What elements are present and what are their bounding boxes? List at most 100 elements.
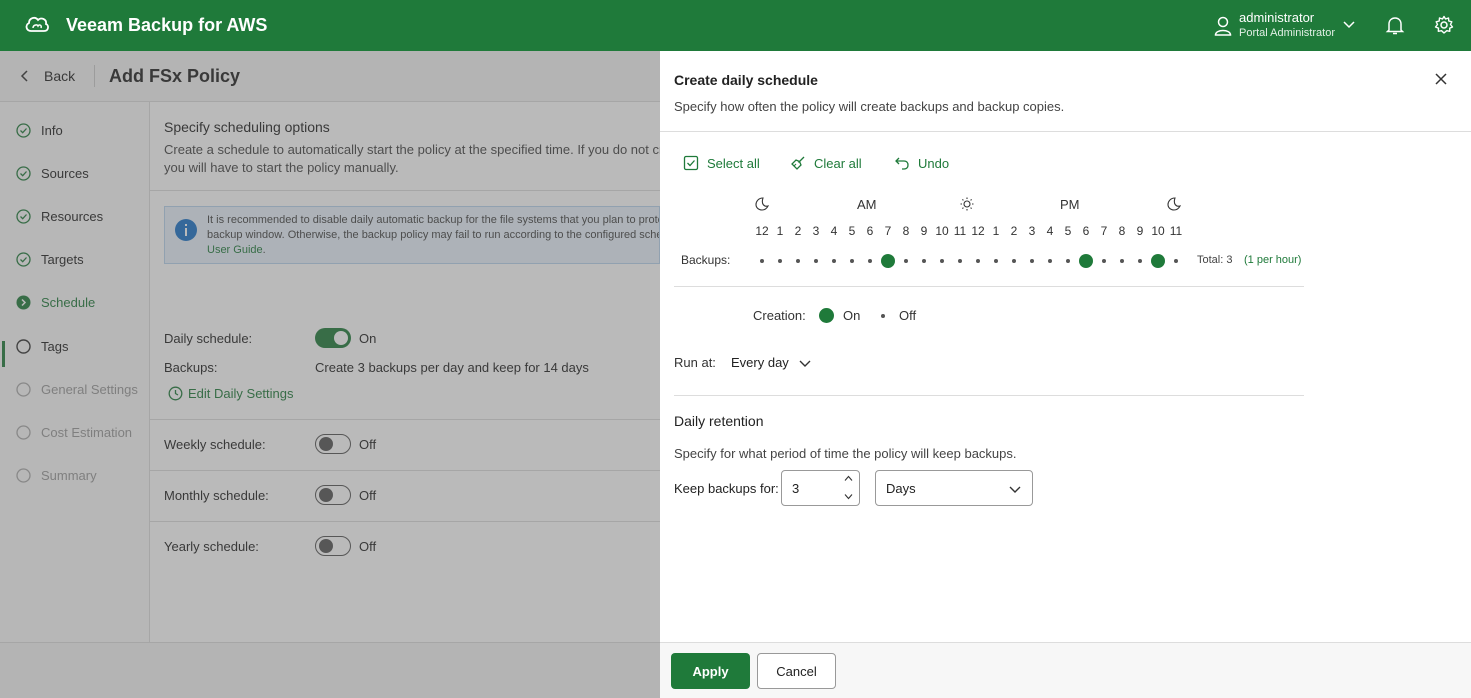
- run-at-dropdown[interactable]: Every day: [731, 355, 811, 370]
- hour-label[interactable]: 7: [879, 224, 897, 238]
- hour-label[interactable]: 5: [1059, 224, 1077, 238]
- hour-label[interactable]: 3: [807, 224, 825, 238]
- undo-label: Undo: [918, 155, 950, 171]
- hour-label[interactable]: 4: [825, 224, 843, 238]
- hour-slot-selected[interactable]: [881, 254, 895, 268]
- keep-backups-label: Keep backups for:: [674, 481, 779, 496]
- hour-slot[interactable]: [796, 259, 800, 263]
- select-all-label: Select all: [707, 155, 760, 171]
- user-menu[interactable]: administrator Portal Administrator: [1214, 10, 1355, 39]
- pm-label: PM: [1060, 197, 1080, 212]
- clear-all-button[interactable]: Clear all: [790, 155, 862, 171]
- retention-title: Daily retention: [674, 413, 764, 429]
- hour-label[interactable]: 11: [1167, 224, 1185, 238]
- panel-title: Create daily schedule: [674, 72, 818, 88]
- hour-label[interactable]: 3: [1023, 224, 1041, 238]
- top-bar: Veeam Backup for AWS administrator Porta…: [0, 0, 1471, 51]
- hour-slot[interactable]: [1138, 259, 1142, 263]
- bell-icon[interactable]: [1385, 15, 1405, 35]
- user-icon: [1214, 16, 1232, 36]
- chevron-down-icon: [1343, 21, 1355, 29]
- user-name: administrator: [1239, 10, 1315, 25]
- retention-quantity-stepper[interactable]: 3: [781, 470, 860, 506]
- run-at-value: Every day: [731, 355, 789, 370]
- hour-slot-selected[interactable]: [1079, 254, 1093, 268]
- hour-label[interactable]: 1: [771, 224, 789, 238]
- cancel-button[interactable]: Cancel: [757, 653, 836, 689]
- hour-label[interactable]: 10: [933, 224, 951, 238]
- user-role: Portal Administrator: [1239, 27, 1335, 39]
- hour-slot[interactable]: [1030, 259, 1034, 263]
- undo-button[interactable]: Undo: [894, 155, 949, 171]
- am-label: AM: [857, 197, 877, 212]
- hour-slot[interactable]: [814, 259, 818, 263]
- apply-button[interactable]: Apply: [671, 653, 750, 689]
- hour-slot[interactable]: [904, 259, 908, 263]
- hour-slot[interactable]: [832, 259, 836, 263]
- creation-on-label: On: [843, 308, 861, 323]
- modal-overlay[interactable]: [0, 51, 660, 698]
- hour-label[interactable]: 12: [753, 224, 771, 238]
- hour-slot-selected[interactable]: [1151, 254, 1165, 268]
- hour-label[interactable]: 2: [1005, 224, 1023, 238]
- hour-slot[interactable]: [976, 259, 980, 263]
- hour-label[interactable]: 1: [987, 224, 1005, 238]
- cloud-logo-icon: [25, 16, 49, 32]
- hour-slot[interactable]: [1012, 259, 1016, 263]
- hour-slot[interactable]: [922, 259, 926, 263]
- hour-slot[interactable]: [778, 259, 782, 263]
- hour-label[interactable]: 9: [915, 224, 933, 238]
- chevron-down-icon: [799, 360, 811, 367]
- hour-label[interactable]: 2: [789, 224, 807, 238]
- hour-slot[interactable]: [1066, 259, 1070, 263]
- hour-slot[interactable]: [760, 259, 764, 263]
- broom-icon: [791, 156, 805, 170]
- total-backups: Total: 3: [1197, 254, 1233, 266]
- creation-on-radio[interactable]: [819, 308, 834, 323]
- hour-slot[interactable]: [850, 259, 854, 263]
- hour-label[interactable]: 9: [1131, 224, 1149, 238]
- retention-unit-select[interactable]: Days: [875, 470, 1033, 506]
- gear-icon[interactable]: [1434, 15, 1454, 35]
- per-hour-note: (1 per hour): [1244, 254, 1302, 266]
- clear-all-label: Clear all: [814, 155, 862, 171]
- hour-slot[interactable]: [868, 259, 872, 263]
- hour-slot[interactable]: [1120, 259, 1124, 263]
- run-at-label: Run at:: [674, 355, 716, 370]
- hour-label[interactable]: 5: [843, 224, 861, 238]
- hour-slot[interactable]: [1048, 259, 1052, 263]
- hour-label[interactable]: 10: [1149, 224, 1167, 238]
- chevron-down-icon[interactable]: [844, 493, 853, 500]
- hour-label[interactable]: 6: [1077, 224, 1095, 238]
- select-all-button[interactable]: Select all: [683, 155, 760, 171]
- undo-icon: [895, 157, 909, 170]
- creation-off-radio[interactable]: [881, 314, 885, 318]
- hour-slot[interactable]: [940, 259, 944, 263]
- chevron-up-icon[interactable]: [844, 475, 853, 482]
- daily-schedule-panel: Create daily schedule Specify how often …: [660, 51, 1471, 698]
- hour-label[interactable]: 11: [951, 224, 969, 238]
- hour-label[interactable]: 6: [861, 224, 879, 238]
- divider: [674, 395, 1304, 396]
- hour-slot[interactable]: [994, 259, 998, 263]
- retention-quantity-value: 3: [792, 481, 800, 496]
- hour-label[interactable]: 12: [969, 224, 987, 238]
- panel-subtitle: Specify how often the policy will create…: [674, 99, 1065, 114]
- close-icon[interactable]: [1434, 72, 1448, 86]
- creation-off-label: Off: [899, 308, 917, 323]
- hour-label[interactable]: 7: [1095, 224, 1113, 238]
- hour-slot[interactable]: [1102, 259, 1106, 263]
- checkbox-icon: [683, 155, 699, 171]
- moon-icon: [1167, 197, 1181, 211]
- hour-label[interactable]: 4: [1041, 224, 1059, 238]
- hour-slot[interactable]: [958, 259, 962, 263]
- divider: [660, 131, 1471, 132]
- retention-unit-value: Days: [886, 481, 916, 496]
- retention-description: Specify for what period of time the poli…: [674, 446, 1017, 461]
- chevron-down-icon: [1009, 486, 1021, 493]
- hour-label[interactable]: 8: [1113, 224, 1131, 238]
- hour-label[interactable]: 8: [897, 224, 915, 238]
- backups-grid-label: Backups:: [681, 253, 731, 267]
- app-title: Veeam Backup for AWS: [66, 15, 268, 35]
- hour-slot[interactable]: [1174, 259, 1178, 263]
